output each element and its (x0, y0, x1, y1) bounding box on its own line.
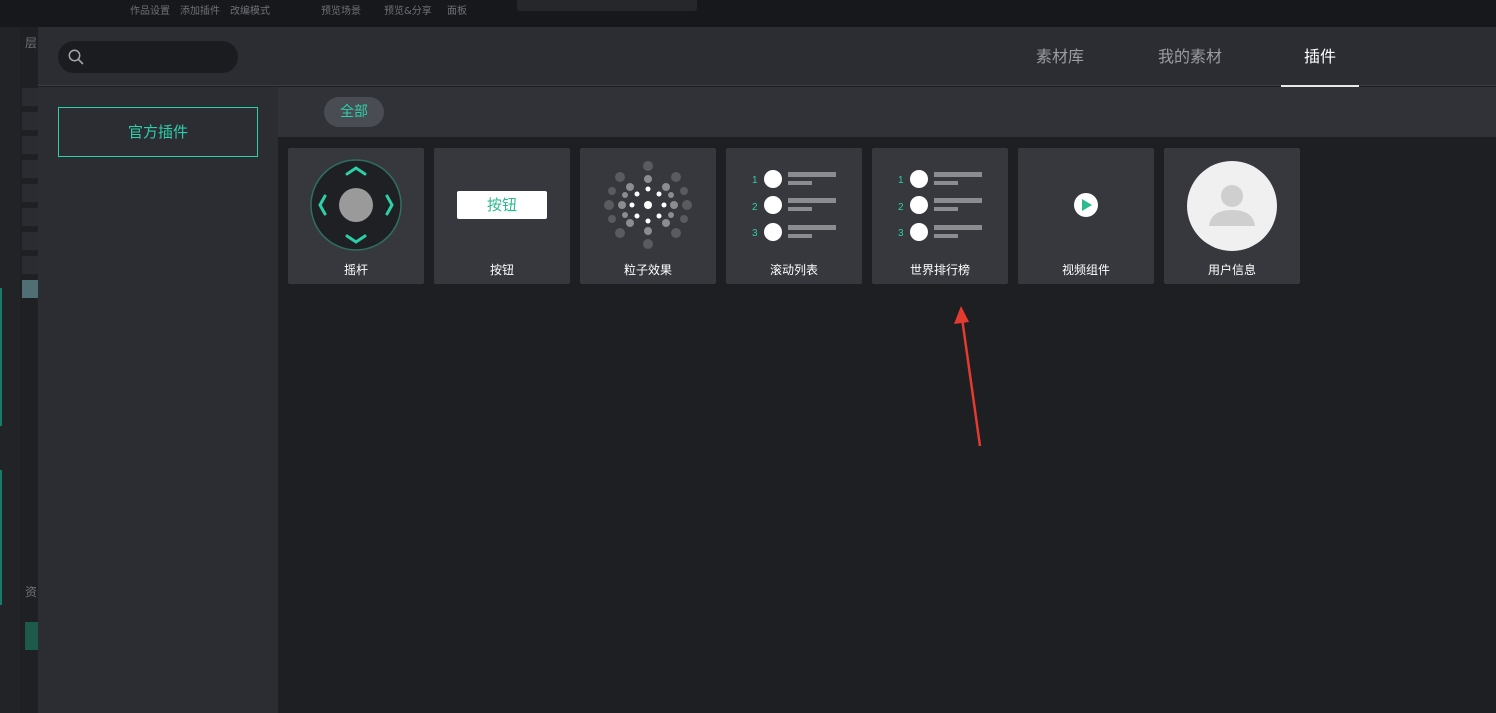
plugin-card-joystick[interactable]: 摇杆 (288, 148, 424, 284)
search-input[interactable] (92, 47, 228, 67)
plugin-label: 粒子效果 (623, 263, 672, 277)
ranked-list-icon: 1 2 3 (898, 170, 982, 241)
bg-accent-bar (0, 288, 2, 426)
bg-layer-row[interactable] (22, 208, 38, 226)
rank-number: 1 (898, 175, 904, 186)
background-toolbar: 作品设置 添加插件 改编模式 预览场景 预览&分享 面板 (0, 0, 1496, 27)
tab-asset-library[interactable]: 素材库 (1020, 27, 1100, 86)
annotation-arrow (954, 306, 982, 447)
search-box[interactable] (58, 41, 238, 73)
plugin-label: 按钮 (489, 263, 514, 277)
bg-menu-item[interactable]: 添加插件 (180, 2, 220, 17)
rank-number: 1 (752, 175, 758, 186)
filter-chip-all[interactable]: 全部 (324, 97, 384, 127)
plugin-label: 滚动列表 (769, 263, 818, 277)
bg-menu-item[interactable]: 面板 (447, 2, 467, 17)
joystick-icon (310, 159, 402, 251)
bg-center-panel (517, 0, 697, 11)
tab-my-assets[interactable]: 我的素材 (1138, 27, 1242, 86)
bg-menu-item[interactable]: 改编模式 (230, 2, 270, 17)
bg-green-button[interactable] (25, 622, 38, 650)
bg-layer-row[interactable] (22, 136, 38, 154)
tab-plugins[interactable]: 插件 (1281, 27, 1359, 87)
bg-asset-label: 资 (25, 585, 38, 599)
button-preview: 按钮 (457, 191, 547, 219)
plugin-label: 用户信息 (1207, 263, 1256, 277)
background-left-strip (0, 27, 20, 713)
user-avatar-icon (1187, 161, 1277, 251)
plugin-card-button[interactable]: 按钮 按钮 (434, 148, 570, 284)
sidebar-item-official-plugins[interactable]: 官方插件 (58, 107, 258, 157)
plugin-card-user-info[interactable]: 用户信息 (1164, 148, 1300, 284)
particles-icon (604, 161, 692, 249)
rank-number: 2 (752, 202, 758, 213)
bg-layer-row-selected[interactable] (22, 280, 38, 298)
bg-layer-row[interactable] (22, 256, 38, 274)
bg-menu-item[interactable]: 预览场景 (321, 2, 361, 17)
bg-menu-item[interactable]: 作品设置 (130, 2, 170, 17)
modal-header: 素材库 我的素材 插件 (38, 27, 1496, 87)
plugin-card-world-leaderboard[interactable]: 1 2 3 世界排行榜 (872, 148, 1008, 284)
rank-number: 3 (898, 228, 904, 239)
play-icon (1074, 193, 1098, 217)
bg-layer-row[interactable] (22, 184, 38, 202)
plugin-sidebar: 官方插件 (38, 87, 278, 713)
bg-accent-bar (0, 470, 2, 605)
bg-layer-row[interactable] (22, 160, 38, 178)
bg-menu-item[interactable]: 预览&分享 (384, 2, 432, 17)
search-icon (68, 49, 84, 65)
rank-number: 2 (898, 202, 904, 213)
filter-bar: 全部 (278, 87, 1496, 137)
plugin-label: 摇杆 (343, 263, 368, 277)
bg-layer-row[interactable] (22, 88, 38, 106)
plugin-label: 视频组件 (1061, 263, 1110, 277)
bg-layer-row[interactable] (22, 112, 38, 130)
plugin-modal: 素材库 我的素材 插件 官方插件 全部 (38, 27, 1496, 713)
plugin-card-scroll-list[interactable]: 1 2 3 滚动列表 (726, 148, 862, 284)
bg-layer-label: 层 (25, 36, 38, 50)
bg-layer-row[interactable] (22, 232, 38, 250)
ranked-list-icon: 1 2 3 (752, 170, 836, 241)
plugin-label: 世界排行榜 (909, 263, 970, 277)
rank-number: 3 (752, 228, 758, 239)
plugin-card-particles[interactable]: 粒子效果 (580, 148, 716, 284)
plugin-card-video[interactable]: 视频组件 (1018, 148, 1154, 284)
